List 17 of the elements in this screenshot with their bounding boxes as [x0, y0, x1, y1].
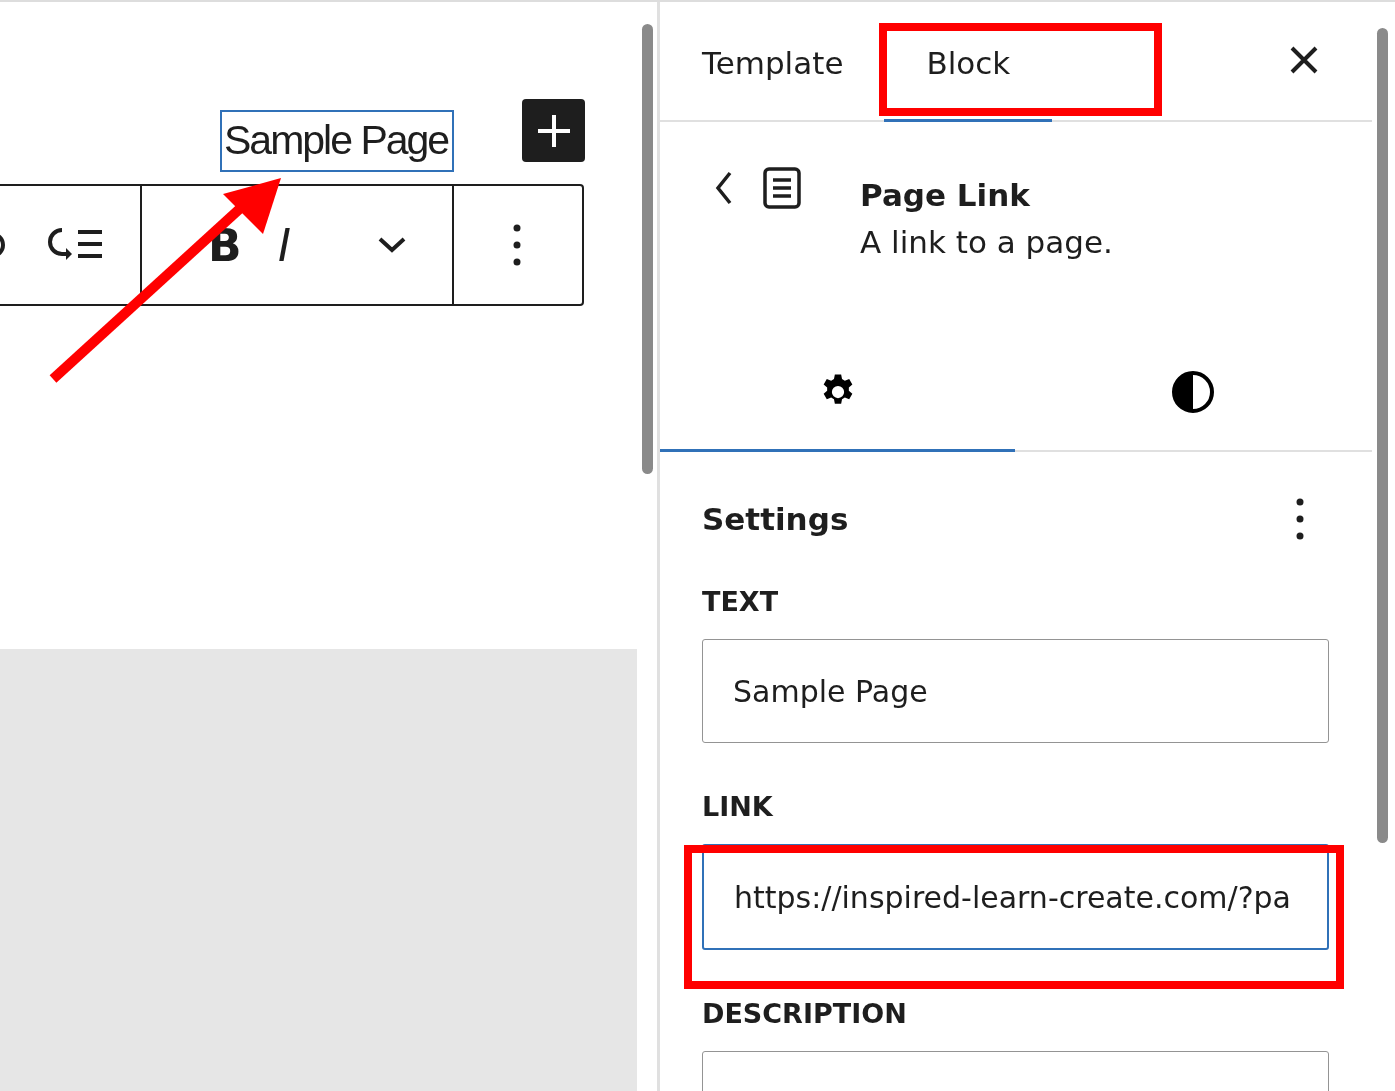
block-title: Page Link	[860, 176, 1031, 212]
selected-page-link[interactable]: Sample Page	[220, 110, 455, 172]
add-block-button[interactable]	[522, 99, 585, 162]
more-options-icon[interactable]	[1296, 498, 1304, 540]
back-icon[interactable]	[715, 171, 733, 205]
field-label: DESCRIPTION	[702, 998, 908, 1029]
sidebar-tab[interactable]: Template	[661, 2, 885, 122]
section-title: Settings	[702, 501, 849, 537]
input-field[interactable]: Sample Page	[702, 639, 1329, 743]
field-label: LINK	[702, 791, 774, 822]
contrast-icon	[1170, 370, 1215, 414]
field-label: TEXT	[702, 586, 780, 617]
input-field[interactable]: https://inspired-learn-create.com/?pa	[702, 844, 1329, 950]
sidebar-tab[interactable]: Block	[884, 2, 1053, 122]
document-icon	[763, 167, 801, 209]
plus-icon	[536, 113, 571, 148]
block-description: A link to a page.	[860, 223, 1114, 262]
